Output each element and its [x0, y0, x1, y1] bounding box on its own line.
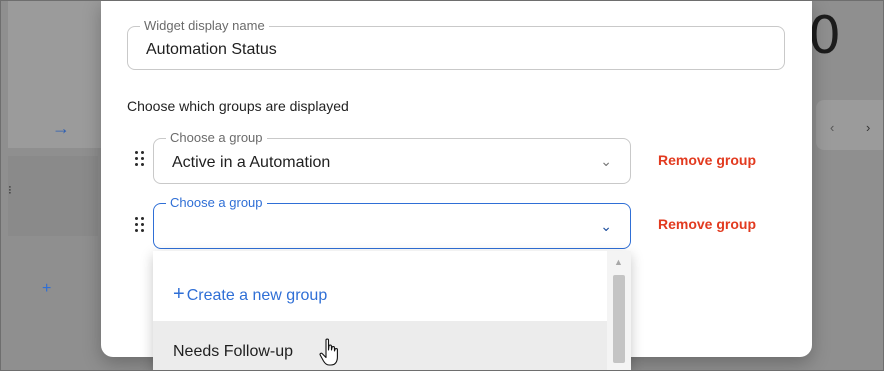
remove-group-button[interactable]: Remove group [658, 216, 756, 232]
add-group-button[interactable]: + [42, 280, 51, 298]
chevron-right-icon: › [866, 120, 871, 135]
background-stat-value: 0 [808, 6, 842, 66]
group-select-1[interactable]: Choose a group Active in a Automation ⌄ [153, 131, 631, 184]
background-marker: ⁝ [8, 183, 12, 197]
dropdown-scrollbar[interactable]: ▲ [607, 251, 631, 371]
chevron-down-icon[interactable]: ⌄ [600, 153, 612, 170]
plus-icon: + [173, 283, 185, 305]
chevron-left-icon: ‹ [830, 120, 835, 135]
group-select-value: Active in a Automation [172, 154, 331, 171]
hand-cursor-icon [319, 338, 338, 366]
group-select-label: Choose a group [166, 196, 267, 210]
widget-name-field[interactable]: Widget display name Automation Status [127, 19, 785, 70]
group-select-2[interactable]: Choose a group ⌄ [153, 196, 631, 249]
drag-handle-icon[interactable] [135, 217, 147, 235]
create-group-label: Create a new group [186, 287, 328, 304]
dropdown-option-label: Needs Follow-up [173, 343, 294, 360]
dropdown-option[interactable]: Needs Follow-up [153, 321, 607, 371]
widget-name-label: Widget display name [140, 19, 269, 33]
drag-handle-icon[interactable] [135, 151, 147, 169]
background-card-right [816, 100, 884, 150]
remove-group-button[interactable]: Remove group [658, 152, 756, 168]
arrow-right-icon: → [52, 118, 70, 138]
chevron-down-icon[interactable]: ⌄ [600, 218, 612, 235]
group-dropdown-menu: + Create a new group Needs Follow-up ▲ [153, 251, 631, 371]
group-select-label: Choose a group [166, 131, 267, 145]
groups-section-label: Choose which groups are displayed [127, 98, 349, 114]
widget-name-value[interactable]: Automation Status [146, 41, 277, 59]
background-panel [8, 156, 98, 236]
scroll-up-arrow-icon[interactable]: ▲ [614, 257, 623, 267]
scrollbar-thumb[interactable] [613, 275, 625, 363]
create-group-option[interactable]: + Create a new group [173, 283, 327, 306]
